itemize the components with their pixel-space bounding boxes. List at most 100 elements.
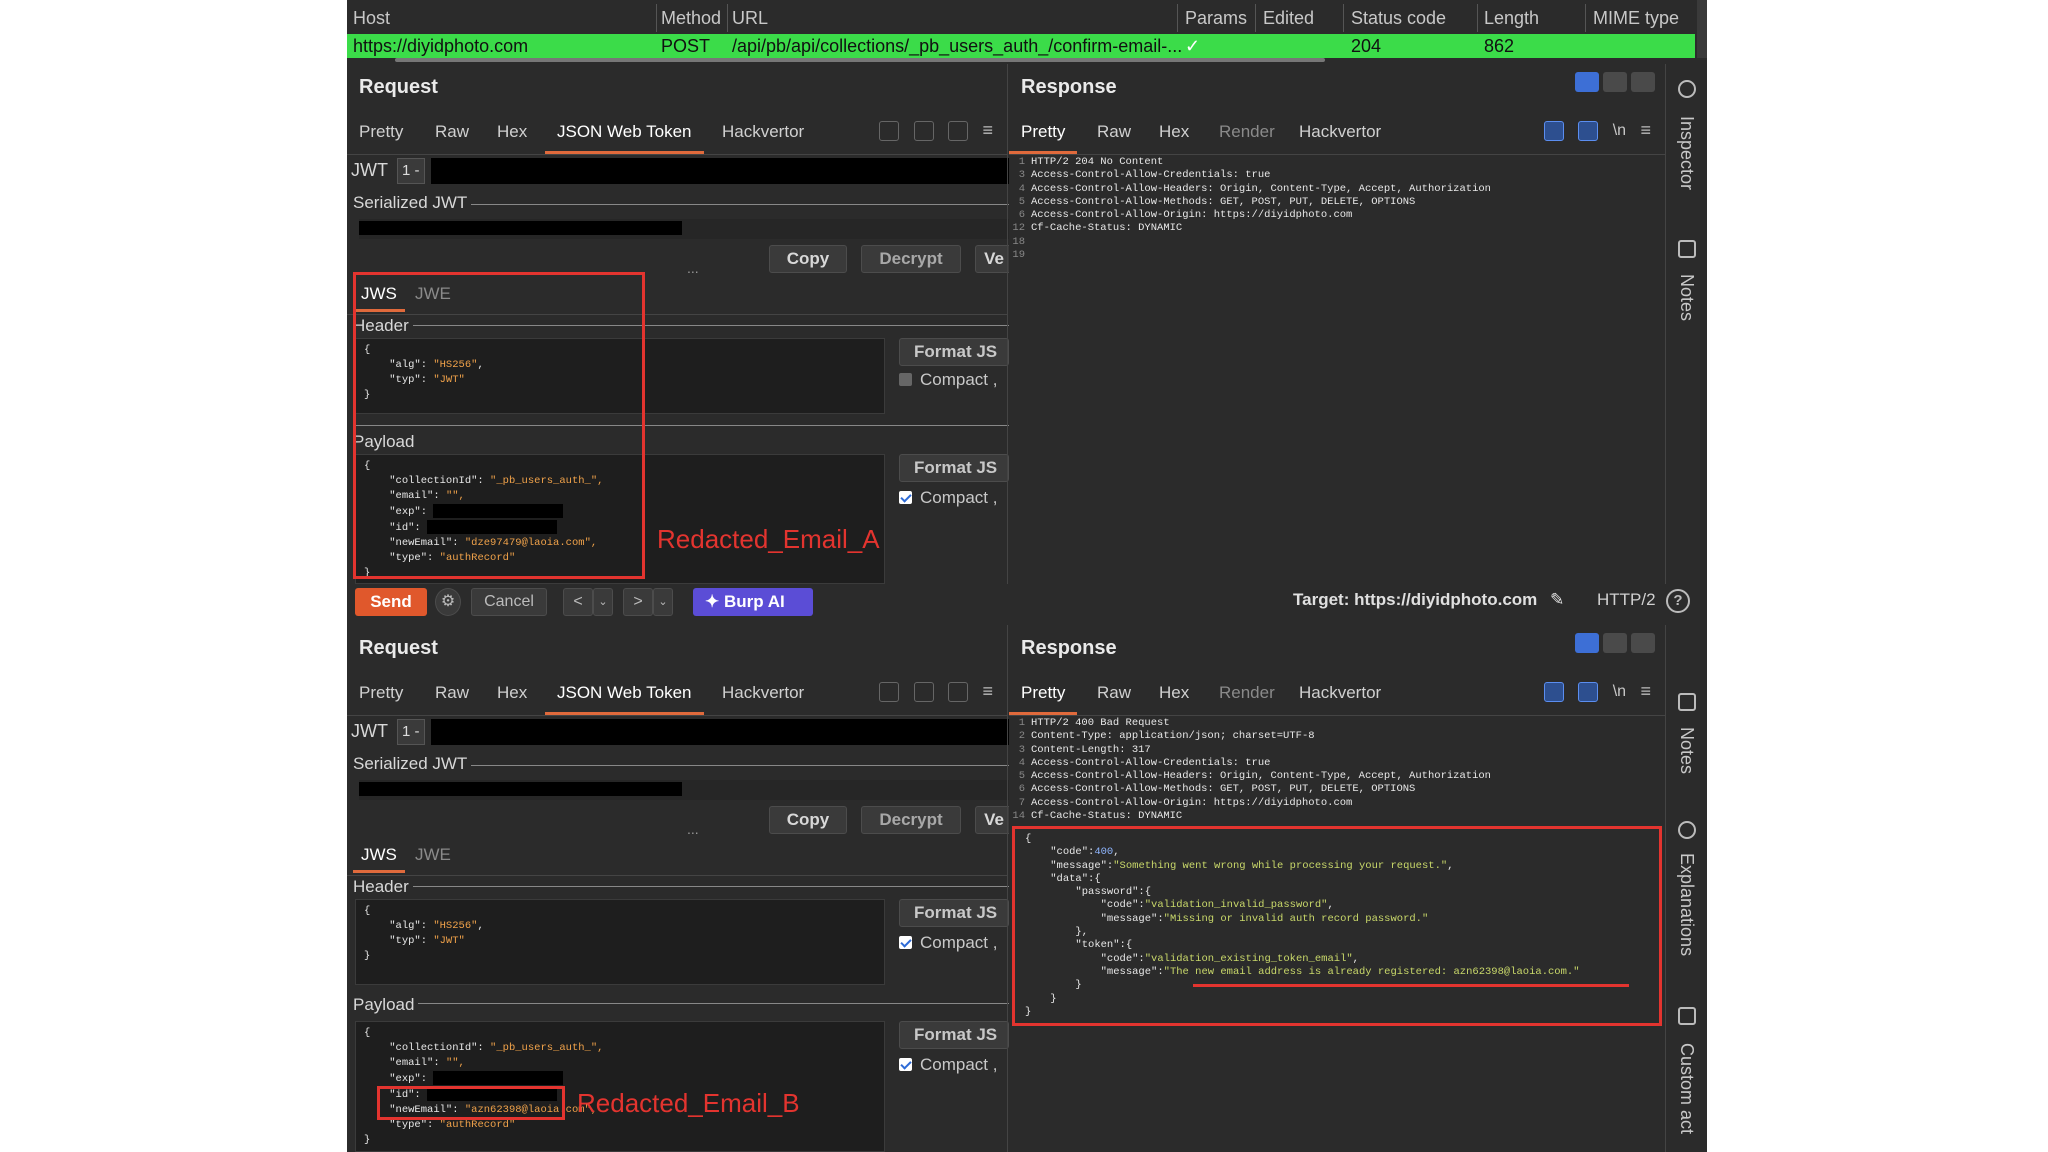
col-host[interactable]: Host [353,0,390,36]
split-handle-2[interactable]: ... [687,821,699,837]
newline-icon[interactable] [948,681,969,702]
menu-icon[interactable]: ≡ [982,120,993,141]
wrap-icon[interactable] [1578,120,1599,141]
tab-raw[interactable]: Raw [435,112,469,152]
tab-jwe-2[interactable]: JWE [415,839,451,871]
col-length[interactable]: Length [1484,0,1539,36]
resp-tab-pretty-2[interactable]: Pretty [1008,673,1078,715]
tab-hackvertor[interactable]: Hackvertor [722,112,804,152]
layout-single-icon[interactable] [1631,72,1655,92]
sidebar-explanations[interactable]: Explanations [1676,853,1697,956]
notes-icon[interactable] [1678,693,1696,711]
decrypt-button-2[interactable]: Decrypt [861,806,961,834]
response-line: 19 [1011,249,1671,262]
serialized-jwt-field-2[interactable] [359,780,1014,800]
bottom-response-headers[interactable]: 1 HTTP/2 400 Bad Request 2 Content-Type: ap… [1011,717,1671,823]
wrap-icon[interactable] [913,681,934,702]
menu-icon[interactable]: ≡ [982,681,993,702]
resp-tab-raw-2[interactable]: Raw [1097,673,1131,713]
resp-tab-render[interactable]: Render [1219,112,1275,152]
jwt-select[interactable]: 1 - [397,158,425,184]
col-params[interactable]: Params [1185,0,1247,36]
newline-icon[interactable]: \n [1613,122,1626,140]
compact-checkbox-4[interactable]: Compact , [899,1055,997,1077]
tab-raw-2[interactable]: Raw [435,673,469,713]
layout-stack-icon[interactable] [1603,633,1627,653]
resp-tab-pretty[interactable]: Pretty [1008,112,1078,154]
menu-icon[interactable]: ≡ [1640,120,1651,141]
layout-stack-icon[interactable] [1603,72,1627,92]
back-dropdown-icon[interactable]: ⌄ [593,588,613,616]
history-horizontal-scrollbar[interactable] [395,58,1325,62]
jwt-header-editor-2[interactable]: { "alg": "HS256", "typ": "JWT" } [355,899,885,985]
tab-hex[interactable]: Hex [497,112,527,152]
help-icon[interactable]: ? [1666,589,1690,613]
compact-checkbox[interactable]: Compact , [899,370,997,392]
layout-split-icon[interactable] [1575,633,1599,653]
sidebar-notes[interactable]: Notes [1676,274,1697,321]
resp-tab-raw[interactable]: Raw [1097,112,1131,152]
col-mime-type[interactable]: MIME type [1593,0,1679,36]
burp-ai-button[interactable]: ✦ Burp AI [693,588,813,616]
sidebar-inspector[interactable]: Inspector [1676,116,1697,190]
edit-pencil-icon[interactable]: ✎ [1550,590,1564,609]
notes-icon[interactable] [1678,240,1696,258]
hide-icon[interactable] [879,120,900,141]
decrypt-button[interactable]: Decrypt [861,245,961,273]
line-number: 7 [1018,796,1025,809]
tab-jws-2[interactable]: JWS [353,839,405,873]
copy-button-2[interactable]: Copy [769,806,847,834]
cancel-button[interactable]: Cancel [471,588,547,616]
col-edited[interactable]: Edited [1263,0,1314,36]
inspector-icon[interactable] [1678,80,1696,98]
tab-hex-2[interactable]: Hex [497,673,527,713]
resp-tab-hex[interactable]: Hex [1159,112,1189,152]
format-json-button-4[interactable]: Format JS [899,1021,1009,1049]
http-version[interactable]: HTTP/2 [1597,590,1656,610]
menu-icon[interactable]: ≡ [1640,681,1651,702]
history-vertical-scrollbar[interactable] [1697,0,1707,58]
compact-checkbox-2[interactable]: Compact , [899,488,997,510]
sidebar-notes-2[interactable]: Notes [1676,727,1697,774]
tab-json-web-token-2[interactable]: JSON Web Token [545,673,703,715]
newline-icon[interactable]: \n [1613,683,1626,701]
hide-icon[interactable] [1543,681,1564,702]
sidebar-custom-actions[interactable]: Custom act [1676,1043,1697,1134]
layout-split-icon[interactable] [1575,72,1599,92]
col-url[interactable]: URL [732,0,768,36]
tab-pretty[interactable]: Pretty [359,112,403,152]
col-method[interactable]: Method [661,0,721,36]
col-status-code[interactable]: Status code [1351,0,1446,36]
lightbulb-icon[interactable] [1678,821,1696,839]
format-json-button-3[interactable]: Format JS [899,899,1009,927]
format-json-button-2[interactable]: Format JS [899,454,1009,482]
tab-json-web-token[interactable]: JSON Web Token [545,112,703,154]
response-line: 14 Cf-Cache-Status: DYNAMIC [1011,810,1671,823]
back-arrow-icon[interactable]: < [563,588,593,616]
resp-tab-hackvertor-2[interactable]: Hackvertor [1299,673,1381,713]
custom-action-icon[interactable] [1678,1007,1696,1025]
newline-icon[interactable] [948,120,969,141]
serialized-jwt-field[interactable] [359,219,1014,239]
forward-arrow-icon[interactable]: > [623,588,653,616]
copy-button[interactable]: Copy [769,245,847,273]
split-handle[interactable]: ... [687,260,699,276]
layout-single-icon[interactable] [1631,633,1655,653]
format-json-button[interactable]: Format JS [899,338,1009,366]
top-response-body[interactable]: 1 HTTP/2 204 No Content 3 Access-Control-Al… [1011,156,1671,262]
resp-tab-hackvertor[interactable]: Hackvertor [1299,112,1381,152]
resp-tab-render-2[interactable]: Render [1219,673,1275,713]
wrap-icon[interactable] [1578,681,1599,702]
forward-dropdown-icon[interactable]: ⌄ [653,588,673,616]
settings-gear-icon[interactable]: ⚙ [435,588,461,616]
wrap-icon[interactable] [913,120,934,141]
resp-tab-hex-2[interactable]: Hex [1159,673,1189,713]
jwt-select-2[interactable]: 1 - [397,719,425,745]
send-button[interactable]: Send [355,588,427,616]
hide-icon[interactable] [879,681,900,702]
compact-checkbox-3[interactable]: Compact , [899,933,997,955]
history-row-selected[interactable]: https://diyidphoto.com POST /api/pb/api/… [347,34,1695,58]
tab-hackvertor-2[interactable]: Hackvertor [722,673,804,713]
hide-icon[interactable] [1543,120,1564,141]
tab-pretty-2[interactable]: Pretty [359,673,403,713]
